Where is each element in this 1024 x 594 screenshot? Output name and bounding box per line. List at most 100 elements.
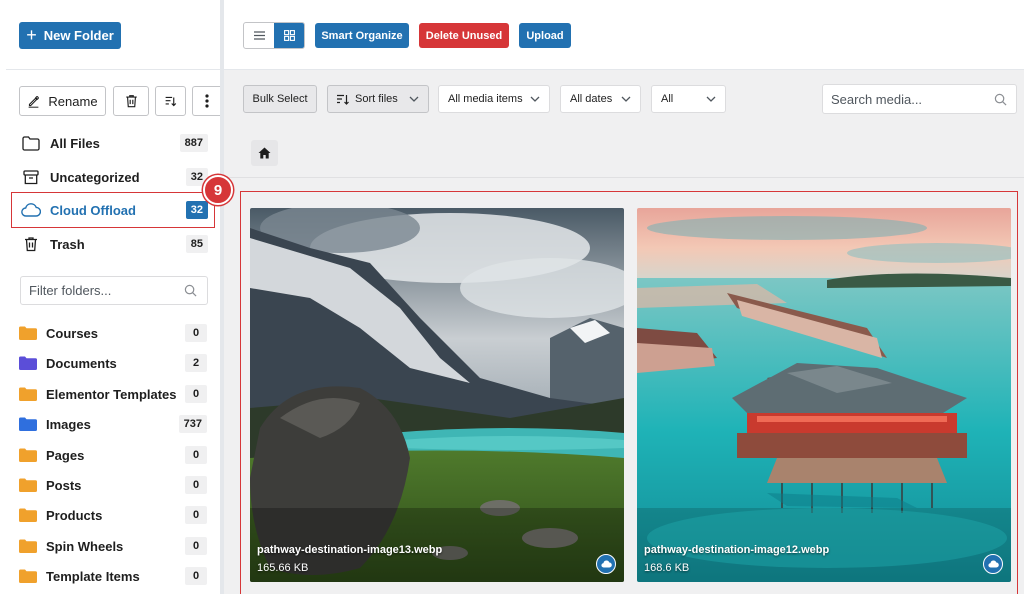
- nav-item-uncategorized[interactable]: Uncategorized 32: [12, 160, 214, 194]
- more-vertical-icon: [204, 94, 209, 108]
- divider: [6, 69, 220, 70]
- folder-icon: [20, 132, 42, 154]
- folder-icon: [19, 356, 37, 370]
- media-item[interactable]: pathway-destination-image12.webp 168.6 K…: [637, 208, 1011, 582]
- cloud-offloaded-icon: [983, 554, 1003, 574]
- new-folder-label: New Folder: [43, 28, 114, 43]
- edit-icon: [29, 95, 40, 108]
- folder-label: Spin Wheels: [46, 538, 124, 554]
- count-badge: 0: [185, 476, 207, 494]
- folder-icon: [19, 448, 37, 462]
- delete-unused-button[interactable]: Delete Unused: [419, 23, 509, 48]
- folder-label: Pages: [46, 447, 85, 463]
- filter-folders-field[interactable]: [20, 276, 208, 305]
- media-filesize: 165.66 KB: [257, 562, 309, 574]
- folder-icon: [19, 387, 37, 401]
- media-type-select[interactable]: All media items: [438, 85, 550, 113]
- step-number-badge: 9: [203, 175, 233, 205]
- grid-view-button[interactable]: [274, 23, 304, 48]
- sort-icon: [165, 96, 177, 106]
- water-villa-photo: [637, 208, 1011, 582]
- folder-label: Template Items: [46, 568, 140, 584]
- date-select[interactable]: All dates: [560, 85, 641, 113]
- nav-label: Uncategorized: [50, 169, 140, 185]
- nav-item-cloud-offload[interactable]: Cloud Offload 32: [11, 192, 215, 228]
- folder-icon: [19, 508, 37, 522]
- plus-icon: +: [26, 24, 37, 45]
- nav-label: All Files: [50, 135, 100, 151]
- count-badge: 737: [178, 415, 207, 433]
- folder-label: Elementor Templates: [46, 386, 177, 402]
- sort-folders-button[interactable]: [155, 86, 186, 116]
- more-options-button[interactable]: [192, 86, 220, 116]
- filter-folders-input[interactable]: [29, 283, 179, 298]
- count-badge: 887: [179, 134, 208, 152]
- delete-folder-button[interactable]: [113, 86, 149, 116]
- bulk-select-button[interactable]: Bulk Select: [243, 85, 317, 113]
- chevron-down-icon: [621, 96, 631, 102]
- folder-icon: [19, 539, 37, 553]
- folder-label: Posts: [46, 477, 82, 493]
- filter-bar: Bulk Select Sort files All media items A…: [224, 70, 1024, 128]
- list-icon: [253, 31, 265, 40]
- sort-files-button[interactable]: Sort files: [327, 85, 429, 113]
- folder-icon: [19, 569, 37, 583]
- rename-label: Rename: [48, 93, 98, 109]
- home-icon: [258, 147, 271, 159]
- mountain-lake-photo: [250, 208, 624, 582]
- list-view-button[interactable]: [244, 23, 274, 48]
- media-type-value: All media items: [448, 93, 523, 105]
- folder-item[interactable]: Documents 2: [19, 348, 207, 378]
- nav-label: Trash: [50, 236, 85, 252]
- chevron-down-icon: [530, 96, 540, 102]
- count-badge: 0: [185, 537, 207, 555]
- attachment-filter-select[interactable]: All: [651, 85, 726, 113]
- media-filesize: 168.6 KB: [644, 562, 690, 574]
- folder-item[interactable]: Spin Wheels 0: [19, 531, 207, 561]
- view-toggle: [243, 22, 305, 49]
- folder-label: Products: [46, 507, 103, 523]
- count-badge: 0: [185, 506, 207, 524]
- folder-item[interactable]: Template Items 0: [19, 561, 207, 591]
- trash-icon: [125, 95, 137, 108]
- archive-icon: [20, 166, 42, 188]
- upload-button[interactable]: Upload: [519, 23, 571, 48]
- nav-label: Cloud Offload: [50, 202, 136, 218]
- media-library-main: Smart Organize Delete Unused Upload Bulk…: [224, 0, 1024, 594]
- folder-item[interactable]: Pages 0: [19, 440, 207, 470]
- breadcrumb: [224, 128, 1024, 178]
- search-icon: [184, 284, 197, 297]
- count-badge: 2: [185, 354, 207, 372]
- cloud-offloaded-icon: [596, 554, 616, 574]
- nav-item-all-files[interactable]: All Files 887: [12, 126, 214, 160]
- rename-button[interactable]: Rename: [19, 86, 106, 116]
- count-badge: 0: [185, 567, 207, 585]
- search-media-input[interactable]: [831, 91, 986, 107]
- folder-icon: [19, 326, 37, 340]
- count-badge: 32: [185, 201, 208, 219]
- folder-item[interactable]: Courses 0: [19, 318, 207, 348]
- top-toolbar: Smart Organize Delete Unused Upload: [224, 0, 1024, 70]
- smart-organize-button[interactable]: Smart Organize: [315, 23, 409, 48]
- count-badge: 85: [185, 235, 208, 253]
- folder-label: Documents: [46, 355, 117, 371]
- folder-label: Images: [46, 416, 91, 432]
- media-filename: pathway-destination-image13.webp: [257, 544, 443, 556]
- new-folder-button[interactable]: + New Folder: [19, 22, 121, 49]
- folder-item[interactable]: Products 0: [19, 500, 207, 530]
- nav-item-trash[interactable]: Trash 85: [12, 227, 214, 261]
- trash-icon: [20, 233, 42, 255]
- search-media-field[interactable]: [822, 84, 1017, 114]
- media-filename: pathway-destination-image12.webp: [644, 544, 830, 556]
- media-grid: pathway-destination-image13.webp 165.66 …: [240, 191, 1018, 594]
- sort-icon: [337, 94, 349, 105]
- cloud-icon: [20, 199, 42, 221]
- folder-item[interactable]: Elementor Templates 0: [19, 379, 207, 409]
- home-breadcrumb-button[interactable]: [251, 140, 278, 166]
- media-item[interactable]: pathway-destination-image13.webp 165.66 …: [250, 208, 624, 582]
- folder-item[interactable]: Posts 0: [19, 470, 207, 500]
- count-badge: 0: [185, 446, 207, 464]
- chevron-down-icon: [706, 96, 716, 102]
- sort-files-label: Sort files: [355, 93, 398, 105]
- folder-item[interactable]: Images 737: [19, 409, 207, 439]
